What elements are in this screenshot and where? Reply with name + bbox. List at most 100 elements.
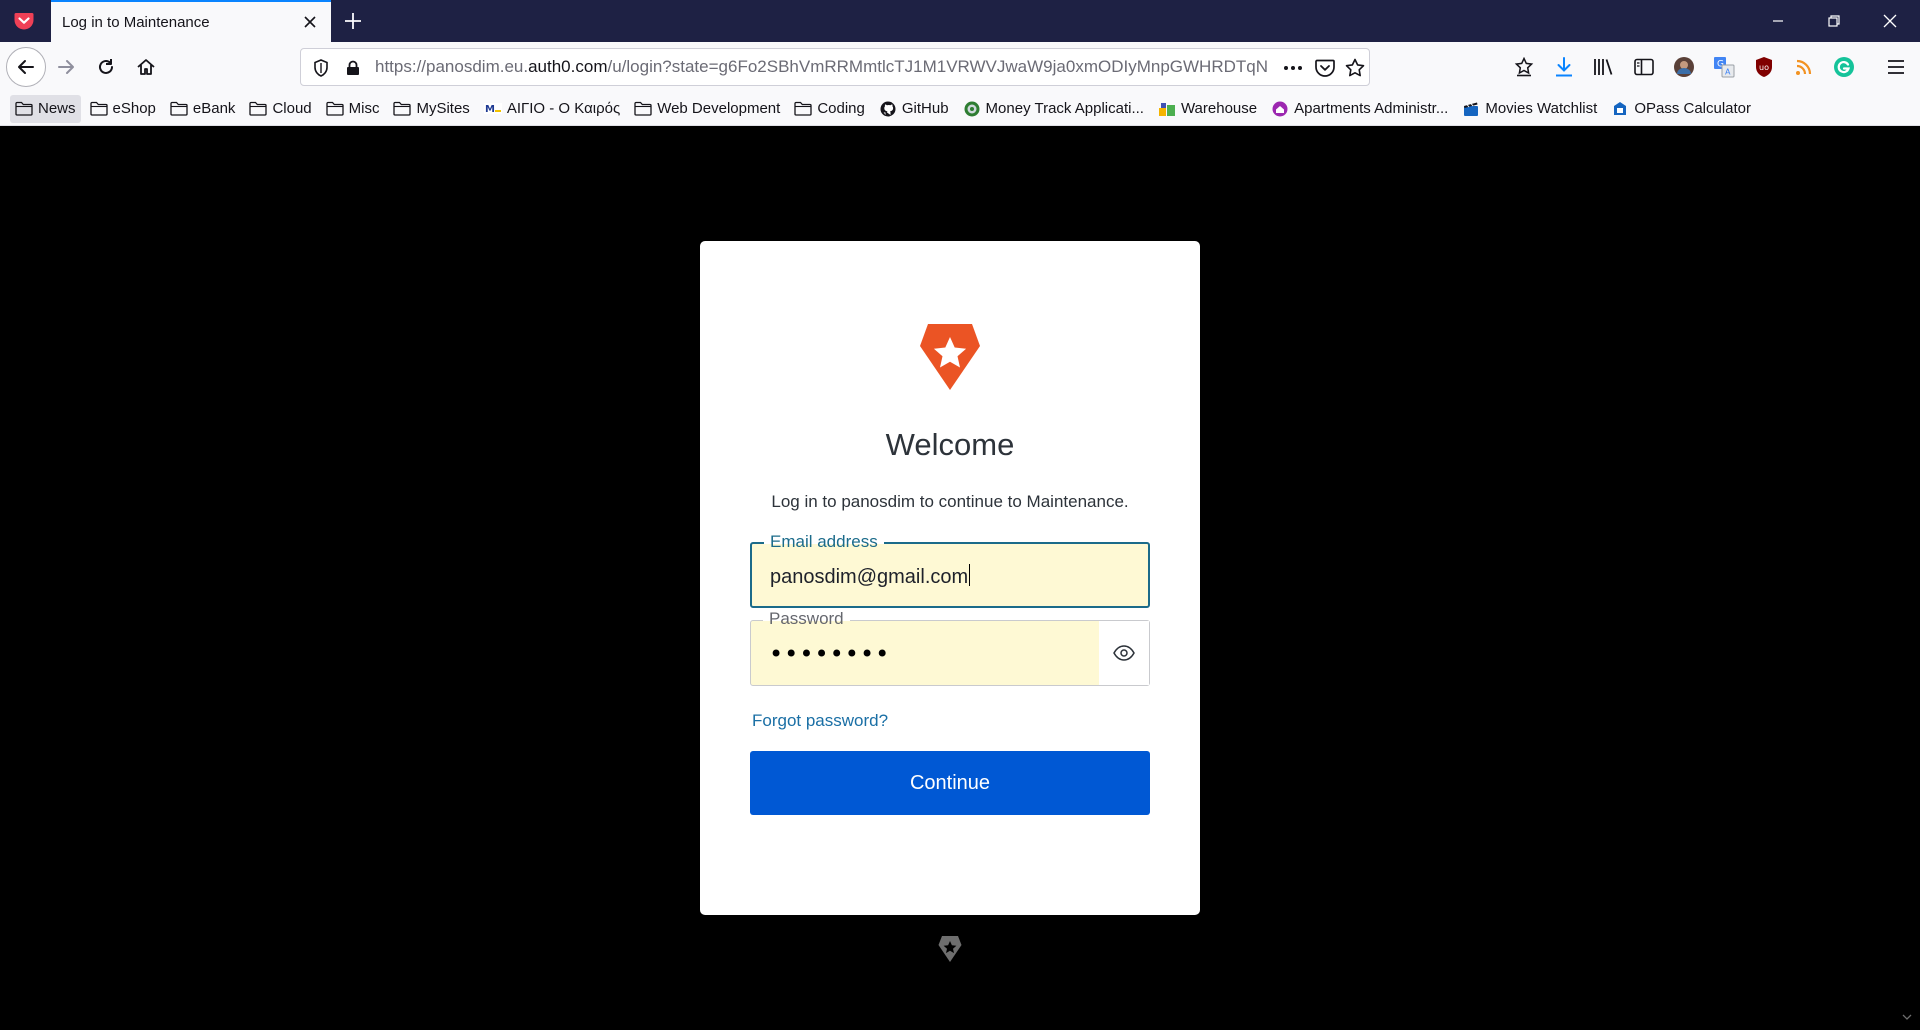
pocket-save-icon[interactable] (1313, 56, 1337, 80)
bookmark-item[interactable]: Movies Watchlist (1457, 95, 1602, 123)
arrow-right-icon (58, 60, 74, 74)
back-button[interactable] (6, 47, 46, 87)
bookmark-item[interactable]: MySites (388, 95, 474, 123)
folder-icon (393, 101, 412, 117)
window-close-icon[interactable] (1862, 0, 1918, 42)
scroll-down-icon[interactable] (1900, 1010, 1914, 1024)
bookmark-item[interactable]: eBank (165, 95, 241, 123)
login-subtitle: Log in to panosdim to continue to Mainte… (771, 492, 1129, 511)
meteo-icon: M (483, 101, 502, 117)
bookmark-label: eShop (112, 100, 156, 117)
folder-icon (794, 101, 812, 117)
warehouse-icon (1158, 101, 1176, 117)
svg-text:uo: uo (1759, 63, 1769, 72)
bookmark-label: Apartments Administr... (1294, 100, 1449, 117)
bookmark-item[interactable]: eShop (85, 95, 161, 123)
email-field[interactable]: Email address panosdim@gmail.com (750, 532, 1150, 608)
tab-title: Log in to Maintenance (62, 13, 210, 31)
bookmarks-star-icon[interactable] (1512, 55, 1536, 79)
ublock-icon[interactable]: uo (1752, 55, 1776, 79)
forgot-password-link[interactable]: Forgot password? (752, 711, 888, 731)
reload-icon (99, 59, 113, 74)
bookmark-label: Misc (348, 100, 380, 117)
password-field[interactable]: Password •••••••• (750, 609, 1150, 686)
bookmark-item[interactable]: Coding (789, 95, 870, 123)
bookmark-item[interactable]: Cloud (244, 95, 316, 123)
bookmark-item[interactable]: Warehouse (1153, 95, 1262, 123)
bookmark-item[interactable]: Misc (321, 95, 385, 123)
pocket-icon[interactable] (0, 0, 48, 42)
rss-icon[interactable] (1792, 55, 1816, 79)
close-icon[interactable] (299, 11, 321, 33)
forward-button[interactable] (48, 49, 84, 85)
bookmark-label: MySites (416, 100, 470, 117)
url-path: /u/login?state=g6Fo2SBhVmRRMmtlcTJ1M1VRW… (607, 57, 1268, 76)
folder-icon (634, 101, 652, 117)
reload-button[interactable] (88, 49, 124, 85)
home-icon (137, 59, 155, 75)
menu-icon[interactable] (1884, 55, 1908, 79)
folder-icon (249, 101, 268, 117)
url-text[interactable]: https://panosdim.eu.auth0.com/u/login?st… (375, 49, 1275, 85)
clapper-icon (1462, 101, 1480, 117)
svg-text:A: A (1725, 68, 1731, 77)
bookmark-item[interactable]: Apartments Administr... (1266, 95, 1453, 123)
bookmark-label: Warehouse (1180, 100, 1258, 117)
money-icon (963, 101, 981, 117)
show-password-eye-icon[interactable] (1099, 621, 1149, 685)
url-bar[interactable]: https://panosdim.eu.auth0.com/u/login?st… (300, 48, 1370, 86)
folder-icon (170, 101, 188, 117)
password-label: Password (763, 609, 850, 629)
bookmarks-toolbar: News eShop eBank Cloud Misc MySites M ΑΙΓΙΟ - Ο… (0, 92, 1920, 126)
minimize-icon[interactable] (1750, 0, 1806, 42)
plus-icon[interactable] (338, 6, 368, 36)
arrow-left-icon (18, 60, 34, 74)
restore-icon[interactable] (1806, 0, 1862, 42)
url-prefix: https://panosdim.eu. (375, 57, 529, 76)
shield-icon[interactable] (309, 56, 333, 80)
home-button[interactable] (128, 49, 164, 85)
email-label: Email address (764, 532, 884, 552)
bookmark-label: eBank (192, 100, 236, 117)
home-icon (1271, 101, 1289, 117)
library-icon[interactable] (1592, 55, 1616, 79)
bookmark-item[interactable]: Money Track Applicati... (958, 95, 1149, 123)
svg-text:M: M (485, 104, 495, 115)
bookmark-item[interactable]: Web Development (629, 95, 785, 123)
more-actions-icon[interactable] (1281, 56, 1305, 80)
tab-strip: Log in to Maintenance (0, 0, 1920, 42)
bookmark-label: OPass Calculator (1634, 100, 1752, 117)
bookmark-label: Cloud (272, 100, 312, 117)
bookmark-label: Coding (817, 100, 865, 117)
continue-button[interactable]: Continue (750, 751, 1150, 815)
bookmark-label: Movies Watchlist (1485, 100, 1598, 117)
bookmark-label: Web Development (657, 100, 781, 117)
download-icon[interactable] (1552, 55, 1576, 79)
tab-active[interactable]: Log in to Maintenance (51, 0, 331, 42)
bookmark-item[interactable]: M ΑΙΓΙΟ - Ο Καιρός (479, 95, 625, 123)
folder-icon (15, 101, 33, 117)
email-input[interactable]: panosdim@gmail.com (770, 564, 971, 589)
sidebar-icon[interactable] (1632, 55, 1656, 79)
bookmark-label: Money Track Applicati... (985, 100, 1144, 117)
star-icon[interactable] (1343, 56, 1367, 80)
url-domain: auth0.com (528, 57, 608, 76)
grammarly-icon[interactable] (1832, 55, 1856, 79)
bookmark-label: GitHub (901, 100, 949, 117)
email-value: panosdim@gmail.com (770, 566, 969, 588)
folder-icon (89, 101, 108, 117)
bookmark-item[interactable]: OPass Calculator (1606, 95, 1756, 123)
bookmark-item[interactable]: News (10, 94, 81, 123)
translate-icon[interactable]: GA (1712, 55, 1736, 79)
auth0-logo-icon (920, 324, 980, 390)
auth0-footer-logo-icon (938, 936, 962, 962)
account-avatar-icon[interactable] (1672, 55, 1696, 79)
welcome-heading: Welcome (885, 427, 1015, 462)
bookmark-label: ΑΙΓΙΟ - Ο Καιρός (506, 100, 621, 117)
lock-icon[interactable] (341, 56, 365, 80)
bookmark-item[interactable]: GitHub (874, 95, 954, 123)
nav-toolbar: https://panosdim.eu.auth0.com/u/login?st… (0, 42, 1920, 92)
folder-icon (325, 101, 344, 117)
text-caret (969, 564, 971, 586)
password-input[interactable]: •••••••• (769, 640, 890, 668)
